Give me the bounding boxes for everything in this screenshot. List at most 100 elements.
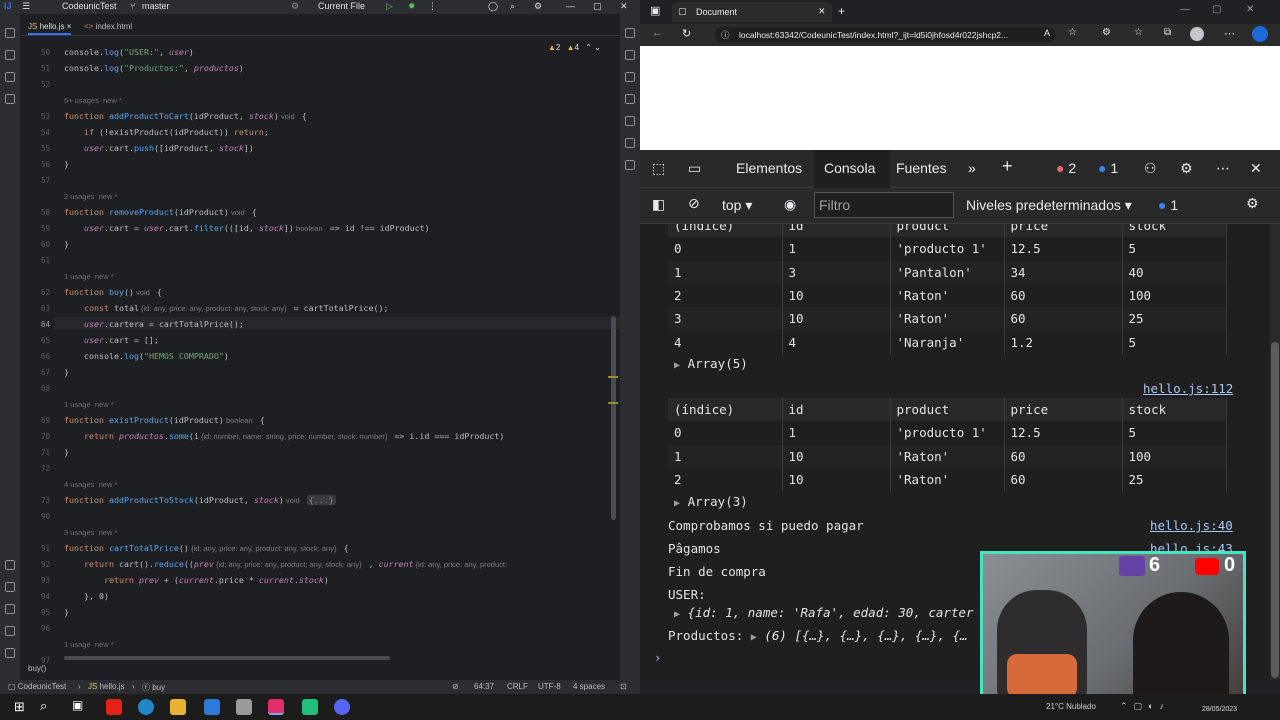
- clear-console-icon[interactable]: ⊘: [688, 195, 700, 212]
- usage-hint[interactable]: 1 usage new *: [64, 398, 114, 410]
- browser-tab-document[interactable]: ▢ Document ✕: [672, 2, 832, 22]
- source-link[interactable]: hello.js:40: [1150, 518, 1233, 533]
- table-header[interactable]: (índice): [668, 224, 783, 238]
- filter-input[interactable]: Filtro: [814, 192, 954, 218]
- inspect-element-icon[interactable]: ⬚: [652, 160, 665, 177]
- tab-fuentes[interactable]: Fuentes: [896, 160, 947, 176]
- tab-hello-js[interactable]: JS hello.js ×: [28, 22, 72, 35]
- status-indent[interactable]: 4 spaces: [573, 682, 605, 691]
- usage-hint[interactable]: 5+ usages new *: [64, 94, 122, 106]
- maximize-icon[interactable]: ▢: [593, 1, 602, 12]
- markdown-icon[interactable]: [625, 160, 635, 170]
- folded-region[interactable]: {...}: [306, 495, 336, 505]
- start-icon[interactable]: ⊞: [14, 699, 25, 715]
- console-settings-icon[interactable]: ⚙: [1246, 195, 1259, 212]
- more-tools-icon[interactable]: [5, 94, 15, 104]
- table-header[interactable]: id: [782, 398, 891, 422]
- minimize-icon[interactable]: —: [566, 1, 575, 11]
- task-view-icon[interactable]: ▣: [72, 698, 83, 712]
- table-header[interactable]: id: [782, 224, 891, 238]
- settings-icon[interactable]: ⚙: [534, 1, 542, 12]
- webstorm-app-icon[interactable]: [302, 699, 318, 715]
- file-explorer-icon[interactable]: [170, 699, 186, 715]
- browser-minimize-icon[interactable]: —: [1180, 4, 1190, 15]
- array-expander[interactable]: ▶ Array(5): [674, 356, 748, 371]
- context-selector[interactable]: top ▾: [722, 197, 752, 214]
- mail-icon[interactable]: [204, 699, 220, 715]
- ai-assistant-icon[interactable]: [625, 72, 635, 82]
- extensions-icon[interactable]: ⚙: [1102, 27, 1111, 38]
- status-fn[interactable]: ⓕ buy: [142, 682, 165, 693]
- more-tabs-icon[interactable]: »: [968, 160, 976, 176]
- function-breadcrumb[interactable]: buy(): [28, 664, 46, 673]
- app-icon[interactable]: [236, 699, 252, 715]
- status-project[interactable]: ▢ CodeunicTest: [8, 682, 66, 691]
- lock-icon[interactable]: ⊡: [620, 682, 627, 691]
- back-icon[interactable]: ←: [652, 27, 663, 39]
- user-object-expander[interactable]: ▶ {id: 1, name: 'Rafa', edad: 30, carter: [674, 605, 974, 620]
- table-header[interactable]: stock: [1122, 398, 1227, 422]
- device-toggle-icon[interactable]: ▭: [688, 160, 701, 177]
- url-field[interactable]: ⓘ localhost:63342/CodeunicTest/index.htm…: [715, 27, 1055, 43]
- message-counter[interactable]: ● 1: [1098, 160, 1118, 176]
- log-levels-dropdown[interactable]: Niveles predeterminados ▾: [966, 197, 1132, 214]
- status-encoding[interactable]: UTF-8: [538, 682, 561, 691]
- ai-status-icon[interactable]: ⊘: [452, 682, 459, 691]
- editor-scrollbar[interactable]: [611, 316, 616, 520]
- tracking-icon[interactable]: ☆: [1068, 27, 1077, 38]
- profile-avatar[interactable]: [1190, 27, 1204, 41]
- tray-icons[interactable]: ⌃▢◐♪: [1120, 701, 1170, 712]
- debug-bug-icon[interactable]: ⚙: [291, 1, 299, 12]
- database-icon[interactable]: [625, 50, 635, 60]
- favorites-icon[interactable]: ☆: [1134, 27, 1143, 38]
- ide-logo-icon[interactable]: IJ: [4, 1, 12, 11]
- notifications-icon[interactable]: [625, 28, 635, 38]
- table-header[interactable]: product: [890, 224, 1005, 238]
- add-panel-icon[interactable]: +: [1002, 156, 1013, 177]
- branch-name[interactable]: master: [142, 1, 170, 11]
- project-name[interactable]: CodeunicTest: [62, 1, 117, 11]
- status-position[interactable]: 64:37: [474, 682, 494, 691]
- usage-hint[interactable]: 1 usage new *: [64, 638, 114, 650]
- usage-hint[interactable]: 1 usage new *: [64, 270, 114, 282]
- tab-close-icon[interactable]: ✕: [818, 6, 826, 17]
- issues-counter[interactable]: ● 1: [1158, 197, 1178, 213]
- weather-widget[interactable]: 21°C Nublado: [1046, 702, 1096, 711]
- devtools-settings-icon[interactable]: ⚙: [1180, 160, 1193, 177]
- console-prompt-icon[interactable]: ›: [654, 650, 662, 665]
- debug-icon[interactable]: ✹: [408, 1, 416, 12]
- horizontal-scrollbar[interactable]: [64, 656, 390, 660]
- console-scrollbar[interactable]: [1270, 224, 1280, 680]
- terminal-tool-icon[interactable]: [5, 626, 15, 636]
- status-file[interactable]: JS hello.js: [88, 682, 124, 691]
- account-icon[interactable]: ◯: [488, 1, 498, 12]
- table-header[interactable]: price: [1004, 398, 1123, 422]
- search-icon[interactable]: ⌕: [40, 698, 47, 714]
- search-icon[interactable]: ⌕: [510, 1, 515, 12]
- usage-hint[interactable]: 4 usages new *: [64, 478, 117, 490]
- tab-consola[interactable]: Consola: [814, 150, 890, 188]
- browser-close-icon[interactable]: ✕: [1246, 4, 1254, 15]
- refresh-icon[interactable]: ↻: [682, 27, 691, 40]
- run-config[interactable]: Current File: [318, 1, 365, 11]
- workspaces-icon[interactable]: ▣: [650, 4, 660, 17]
- intellij-app-icon[interactable]: [268, 699, 284, 715]
- table-header[interactable]: product: [890, 398, 1005, 422]
- array-expander[interactable]: ▶ Array(3): [674, 494, 748, 509]
- status-line-separator[interactable]: CRLF: [507, 682, 528, 691]
- read-aloud-icon[interactable]: A: [1044, 28, 1050, 38]
- copilot-icon[interactable]: [1252, 26, 1268, 42]
- site-info-icon[interactable]: ⓘ: [721, 27, 730, 43]
- new-tab-icon[interactable]: +: [838, 4, 845, 18]
- more-actions-icon[interactable]: ⋮: [428, 1, 437, 12]
- tab-index-html[interactable]: <> index.html: [84, 22, 132, 31]
- error-counter[interactable]: ● 2: [1056, 160, 1076, 176]
- edge-icon[interactable]: [625, 138, 635, 148]
- structure-tool-icon[interactable]: [5, 72, 15, 82]
- source-link[interactable]: hello.js:112: [1143, 381, 1233, 396]
- table-header[interactable]: stock: [1122, 224, 1227, 238]
- youtube-app-icon[interactable]: [106, 699, 122, 715]
- browser-maximize-icon[interactable]: ▢: [1212, 4, 1221, 15]
- collections-icon[interactable]: ⧉: [1164, 27, 1171, 38]
- discord-app-icon[interactable]: [334, 699, 350, 715]
